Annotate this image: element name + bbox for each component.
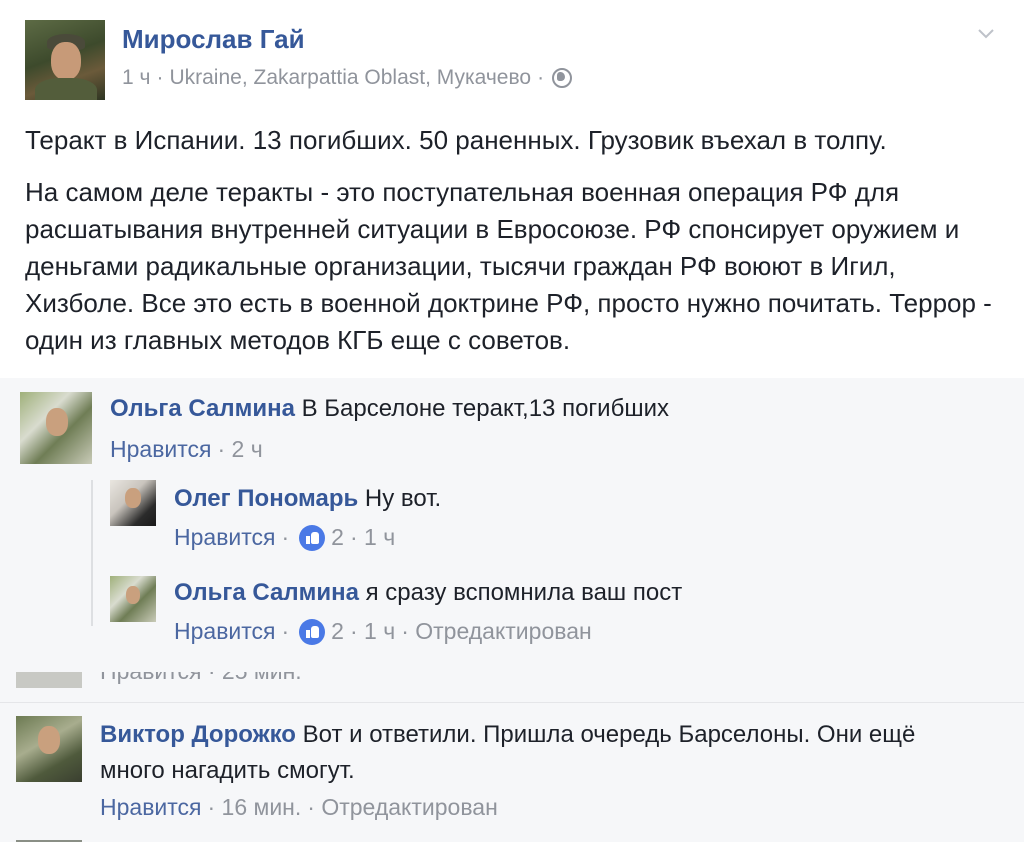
author-avatar[interactable] xyxy=(25,20,105,100)
like-button[interactable]: Нравится xyxy=(110,436,212,463)
comment-time[interactable]: · 1 ч xyxy=(350,524,395,551)
avatar-face xyxy=(51,42,81,80)
commenter-name[interactable]: Ольга Салмина xyxy=(110,395,295,422)
commenter-avatar[interactable] xyxy=(20,392,92,464)
avatar-face xyxy=(46,408,68,436)
reply: Ольга Салмина я сразу вспомнила ваш пост xyxy=(174,576,682,610)
cropped-comment-row: Нравится · 25 мин. xyxy=(0,672,1024,702)
divider xyxy=(0,702,1024,703)
comment-text: Вот и ответили. Пришла очередь Барселоны… xyxy=(302,721,916,748)
commenter-avatar[interactable] xyxy=(16,716,82,782)
actions-separator: · xyxy=(281,524,290,550)
author-name[interactable]: Мирослав Гай xyxy=(122,24,305,55)
avatar-body xyxy=(35,78,97,100)
comment-text: я сразу вспомнила ваш пост xyxy=(365,579,683,606)
comment-text: В Барселоне теракт,13 погибших xyxy=(301,395,669,422)
meta-separator: · xyxy=(156,66,164,89)
comment-time[interactable]: · 16 мин. xyxy=(208,794,302,821)
comment-text: много нагадить смогут. xyxy=(100,757,355,784)
post-paragraph-1: Теракт в Испании. 13 погибших. 50 раненн… xyxy=(25,125,887,155)
like-reaction-icon[interactable] xyxy=(299,618,326,645)
like-reaction-icon[interactable] xyxy=(299,524,326,551)
commenter-name[interactable]: Олег Пономарь xyxy=(174,485,358,512)
avatar-face xyxy=(38,726,60,754)
avatar-face xyxy=(125,488,141,508)
avatar-face xyxy=(126,586,140,604)
edited-label[interactable]: · Отредактирован xyxy=(307,794,498,821)
commenter-avatar[interactable] xyxy=(110,576,156,622)
chevron-down-icon[interactable] xyxy=(976,24,996,44)
comment-time[interactable]: · 2 ч xyxy=(218,436,263,463)
post-paragraph-2: На самом деле теракты - это поступательн… xyxy=(25,177,992,355)
post-time[interactable]: 1 ч xyxy=(122,66,150,90)
edited-label[interactable]: · Отредактирован xyxy=(401,618,592,645)
like-button[interactable]: Нравится xyxy=(174,524,276,551)
comment-text: Ну вот. xyxy=(364,485,442,512)
meta-separator: · xyxy=(537,66,545,89)
comments-section: Ольга Салмина В Барселоне теракт,13 поги… xyxy=(0,378,1024,842)
reply: Олег Пономарь Ну вот. xyxy=(174,482,441,516)
comment-actions: Нравится · 2 · 1 ч xyxy=(174,524,395,551)
cropped-actions-text: Нравится · 25 мин. xyxy=(100,672,302,685)
comment-actions: Нравится · 16 мин. · Отредактирован xyxy=(100,794,498,821)
commenter-avatar[interactable] xyxy=(110,480,156,526)
commenter-avatar[interactable] xyxy=(16,672,82,688)
like-button[interactable]: Нравится xyxy=(174,618,276,645)
reply-thread-line xyxy=(91,480,93,626)
actions-separator: · xyxy=(281,618,290,644)
comment: Виктор Дорожко Вот и ответили. Пришла оч… xyxy=(100,718,915,752)
comment-continuation: много нагадить смогут. xyxy=(100,754,355,788)
post-card: Мирослав Гай 1 ч · Ukraine, Zakarpattia … xyxy=(0,0,1024,378)
comment-time[interactable]: · 1 ч xyxy=(350,618,395,645)
commenter-name[interactable]: Виктор Дорожко xyxy=(100,721,296,748)
comment-actions: Нравится · 2 · 1 ч · Отредактирован xyxy=(174,618,592,645)
post-meta: 1 ч · Ukraine, Zakarpattia Oblast, Мукач… xyxy=(122,66,573,90)
like-count[interactable]: 2 xyxy=(331,524,344,551)
like-count[interactable]: 2 xyxy=(331,618,344,645)
like-button[interactable]: Нравится xyxy=(100,794,202,821)
globe-icon[interactable] xyxy=(552,68,573,88)
comment: Ольга Салмина В Барселоне теракт,13 поги… xyxy=(110,392,669,426)
post-location[interactable]: Ukraine, Zakarpattia Oblast, Мукачево xyxy=(169,66,531,90)
comment-actions: Нравится · 2 ч xyxy=(110,436,263,463)
commenter-name[interactable]: Ольга Салмина xyxy=(174,579,359,606)
